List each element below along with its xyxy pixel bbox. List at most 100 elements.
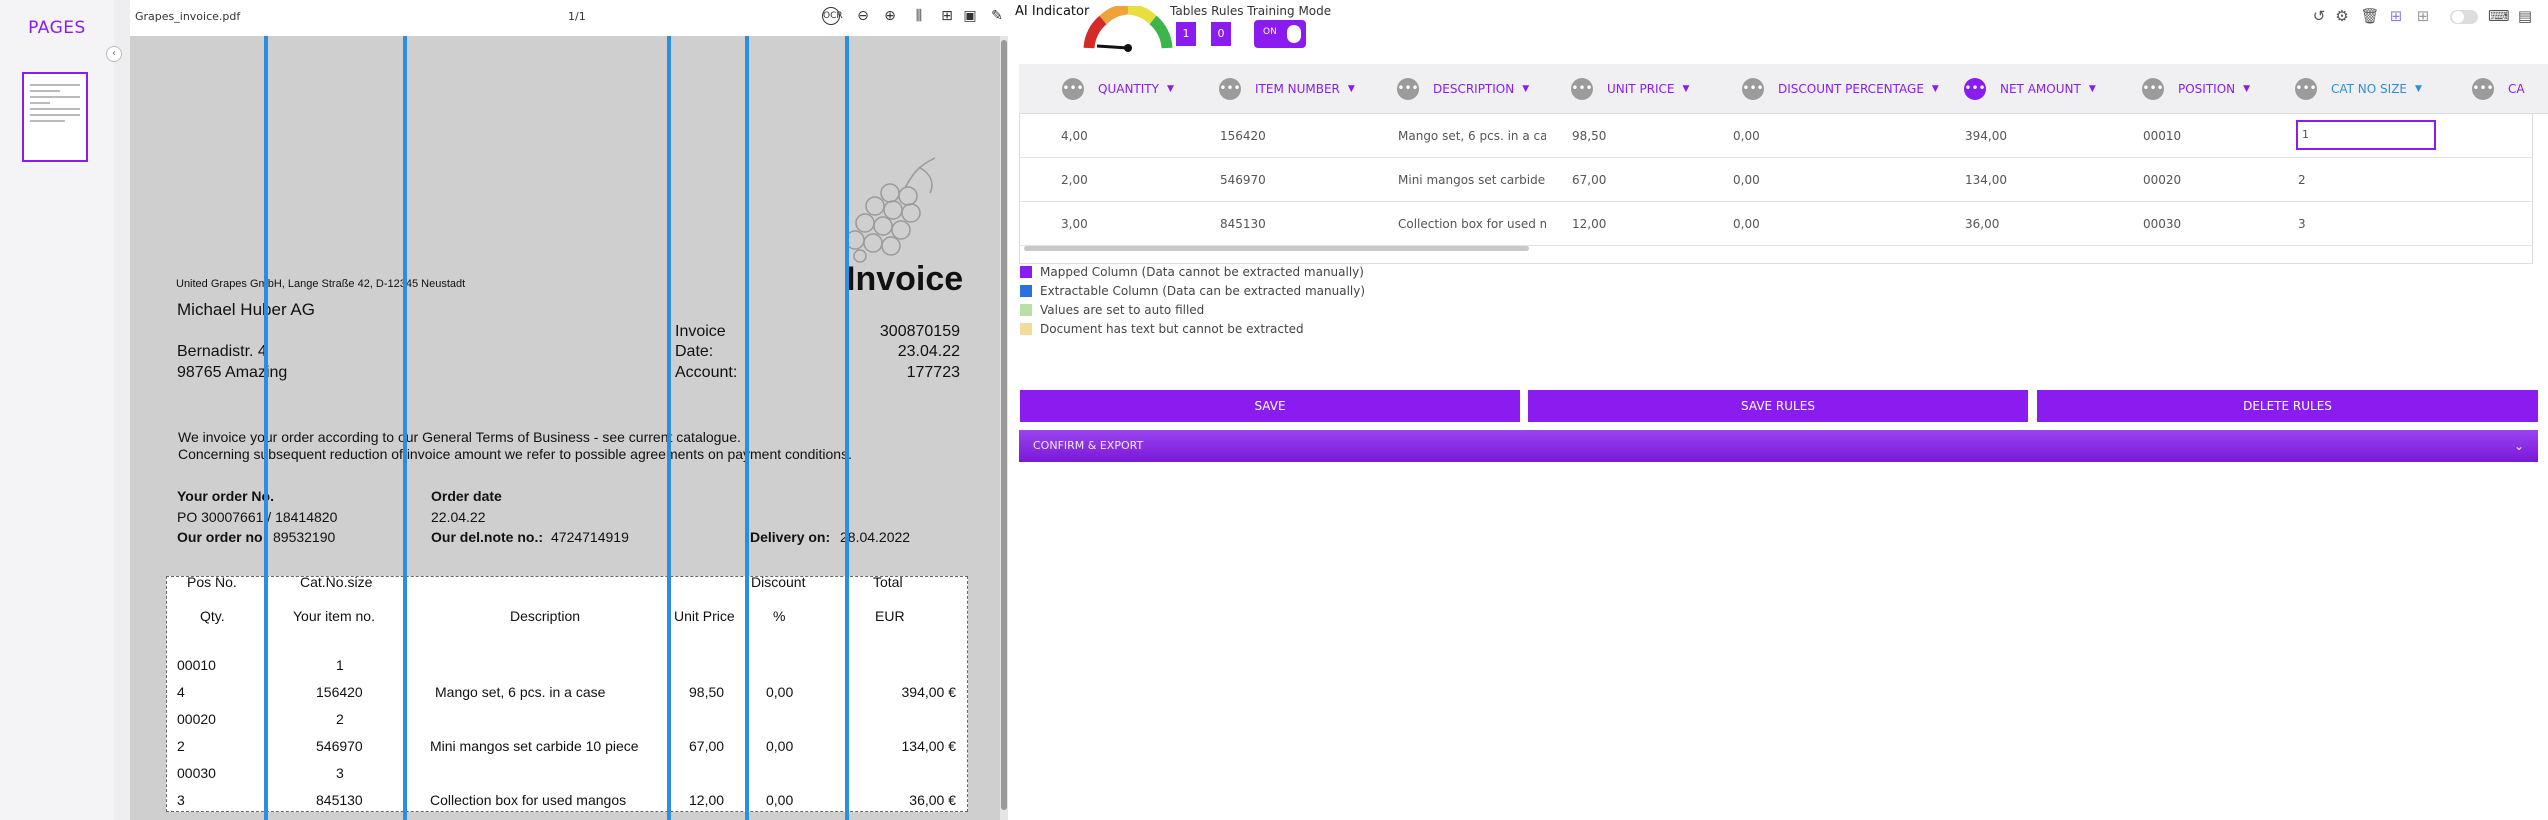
column-menu-icon[interactable]: ••• <box>1397 78 1419 100</box>
cell-item-number[interactable]: 845130 <box>1220 202 1266 246</box>
cell-discount[interactable]: 0,00 <box>1733 114 1760 158</box>
intro-line-1: We invoice your order according to our G… <box>178 429 741 445</box>
header-position[interactable]: ••• POSITION ▼ <box>2142 64 2250 114</box>
column-divider-line[interactable] <box>667 36 671 820</box>
table-settings-icon[interactable]: ⊞ <box>2413 6 2433 26</box>
layout-icon[interactable]: ▤ <box>2515 6 2535 26</box>
edit-icon[interactable]: ✎ <box>987 6 1007 26</box>
cell-net-amount[interactable]: 394,00 <box>1965 114 2007 158</box>
grid-horizontal-scrollbar[interactable] <box>1024 246 1529 251</box>
line-3-item: 845130 <box>316 792 363 808</box>
header-net-amount[interactable]: ••• NET AMOUNT ▼ <box>1964 64 2096 114</box>
column-menu-icon[interactable]: ••• <box>1742 78 1764 100</box>
scan-icon[interactable]: ▣ <box>960 6 980 26</box>
chevron-down-icon[interactable]: ▼ <box>2243 84 2250 94</box>
chevron-down-icon[interactable]: ⌄ <box>2514 430 2524 462</box>
chevron-down-icon[interactable]: ▼ <box>1932 84 1939 94</box>
rules-count-button[interactable]: 0 <box>1211 22 1231 46</box>
zoom-in-icon[interactable]: ⊕ <box>880 6 900 26</box>
cell-cat-no-size[interactable]: 2 <box>2298 158 2306 202</box>
chevron-down-icon[interactable]: ▼ <box>1167 84 1174 94</box>
ocr-icon[interactable]: OCR <box>822 7 843 25</box>
column-menu-icon[interactable]: ••• <box>1964 78 1986 100</box>
line-2-qty: 2 <box>177 738 185 754</box>
cell-item-number[interactable]: 546970 <box>1220 158 1266 202</box>
save-button[interactable]: SAVE <box>1020 390 1520 422</box>
cell-unit-price[interactable]: 98,50 <box>1572 114 1606 158</box>
cell-description[interactable]: Collection box for used mangos <box>1398 202 1546 246</box>
sender-line: United Grapes GmbH, Lange Straße 42, D-1… <box>176 278 466 290</box>
meta-value-account: 177723 <box>906 364 960 381</box>
cell-net-amount[interactable]: 134,00 <box>1965 158 2007 202</box>
line-1-price: 98,50 <box>689 684 725 700</box>
cat-no-size-edit-input[interactable]: 1 <box>2296 120 2436 150</box>
intro-line-2: Concerning subsequent reduction of invoi… <box>178 446 852 462</box>
chevron-down-icon[interactable]: ▼ <box>1348 84 1355 94</box>
cell-position[interactable]: 00030 <box>2143 202 2181 246</box>
column-menu-icon[interactable]: ••• <box>1062 78 1084 100</box>
column-divider-line[interactable] <box>403 36 407 820</box>
cell-position[interactable]: 00010 <box>2143 114 2181 158</box>
th-percent: % <box>773 608 786 624</box>
column-menu-icon[interactable]: ••• <box>2295 78 2317 100</box>
ai-indicator-label: AI Indicator <box>1015 4 1090 19</box>
column-menu-icon[interactable]: ••• <box>1219 78 1241 100</box>
header-description[interactable]: ••• DESCRIPTION ▼ <box>1397 64 1529 114</box>
cell-quantity[interactable]: 3,00 <box>1061 202 1088 246</box>
column-divider-line[interactable] <box>745 36 749 820</box>
column-divider-line[interactable] <box>264 36 268 820</box>
document-scrollbar-thumb[interactable] <box>1001 40 1007 810</box>
line-1-disc: 0,00 <box>766 684 794 700</box>
cell-discount[interactable]: 0,00 <box>1733 202 1760 246</box>
gear-icon[interactable]: ⚙ <box>2332 6 2352 26</box>
line-2-disc: 0,00 <box>766 738 794 754</box>
training-mode-toggle[interactable]: ON <box>1254 20 1306 48</box>
column-divider-line[interactable] <box>845 36 849 820</box>
header-unit-price[interactable]: ••• UNIT PRICE ▼ <box>1571 64 1689 114</box>
recipient-street: Bernadistr. 4 <box>177 343 267 360</box>
cell-unit-price[interactable]: 67,00 <box>1572 158 1606 202</box>
cell-quantity[interactable]: 4,00 <box>1061 114 1088 158</box>
cell-cat-no-size[interactable]: 3 <box>2298 202 2306 246</box>
cell-discount[interactable]: 0,00 <box>1733 158 1760 202</box>
page-thumbnail[interactable] <box>22 72 88 162</box>
table-delete-icon[interactable]: ⊞ <box>2386 6 2406 26</box>
header-quantity[interactable]: ••• QUANTITY ▼ <box>1062 64 1174 114</box>
cell-unit-price[interactable]: 12,00 <box>1572 202 1606 246</box>
chevron-down-icon[interactable]: ▼ <box>2089 84 2096 94</box>
cell-description[interactable]: Mini mangos set carbide 10 pieces <box>1398 158 1546 202</box>
trash-icon[interactable]: 🗑 <box>2360 6 2380 26</box>
line-2-price: 67,00 <box>689 738 725 754</box>
line-1-item: 156420 <box>316 684 363 700</box>
save-rules-button[interactable]: SAVE RULES <box>1528 390 2028 422</box>
legend-auto-filled: Values are set to auto filled <box>1020 303 1204 317</box>
cell-description[interactable]: Mango set, 6 pcs. in a case <box>1398 114 1546 158</box>
cell-net-amount[interactable]: 36,00 <box>1965 202 1999 246</box>
header-discount-percentage[interactable]: ••• DISCOUNT PERCENTAGE ▼ <box>1742 64 1939 114</box>
table-icon[interactable]: ⊞ <box>937 6 957 26</box>
cell-position[interactable]: 00020 <box>2143 158 2181 202</box>
column-menu-icon[interactable]: ••• <box>2142 78 2164 100</box>
zoom-out-icon[interactable]: ⊖ <box>853 6 873 26</box>
tables-count-button[interactable]: 1 <box>1176 22 1196 46</box>
confirm-export-accordion[interactable]: CONFIRM & EXPORT ⌄ <box>1019 430 2538 462</box>
delete-rules-button[interactable]: DELETE RULES <box>2037 390 2538 422</box>
line-1-total: 394,00 € <box>901 684 957 700</box>
columns-icon[interactable]: ⫼ <box>909 6 929 26</box>
column-menu-icon[interactable]: ••• <box>1571 78 1593 100</box>
cell-item-number[interactable]: 156420 <box>1220 114 1266 158</box>
header-cat-no-size[interactable]: ••• CAT NO SIZE ▼ <box>2295 64 2422 114</box>
collapse-panel-icon[interactable]: ‹ <box>106 46 122 62</box>
undo-icon[interactable]: ↺ <box>2309 6 2329 26</box>
column-menu-icon[interactable]: ••• <box>2472 78 2494 100</box>
chevron-down-icon[interactable]: ▼ <box>2415 84 2422 94</box>
cell-quantity[interactable]: 2,00 <box>1061 158 1088 202</box>
meta-label-invoice: Invoice <box>675 323 726 340</box>
chevron-down-icon[interactable]: ▼ <box>1522 84 1529 94</box>
chevron-down-icon[interactable]: ▼ <box>1683 84 1690 94</box>
keyboard-icon[interactable]: ⌨ <box>2488 6 2510 26</box>
header-item-number[interactable]: ••• ITEM NUMBER ▼ <box>1219 64 1355 114</box>
recipient-city: 98765 Amazing <box>177 364 288 381</box>
toggle-switch[interactable] <box>2450 10 2478 24</box>
header-ca[interactable]: ••• CA <box>2472 64 2525 114</box>
